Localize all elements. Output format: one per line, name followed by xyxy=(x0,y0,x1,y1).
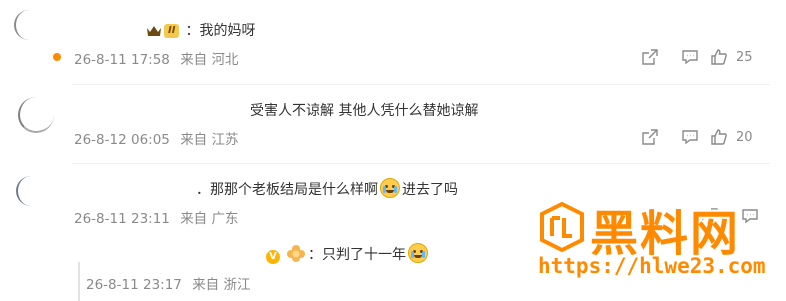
comment-item: 受害人不谅解 其他人凭什么替她谅解 26-8-12 06:05 来自 江苏 20 xyxy=(0,85,786,165)
like-count: 25 xyxy=(736,49,753,65)
like-button[interactable]: 20 xyxy=(710,126,770,148)
comment-actions: 20 xyxy=(630,126,770,148)
watermark-url: https://hlwe23.com xyxy=(538,254,766,278)
comment-item: II ：我的妈呀 26-8-11 17:58 来自 河北 25 xyxy=(0,0,786,80)
like-icon xyxy=(711,49,727,65)
comment-date: 26-8-11 17:58 xyxy=(74,52,170,68)
comment-content: II ：我的妈呀 xyxy=(146,20,255,40)
comment-location: 来自 河北 xyxy=(180,52,239,68)
avatar[interactable] xyxy=(18,97,54,133)
comment-text-tail: 进去了吗 xyxy=(402,182,458,198)
comment-text: ：我的妈呀 xyxy=(185,23,256,39)
comment-meta: 26-8-11 23:11 来自 广东 xyxy=(74,207,244,227)
comment-meta: 26-8-11 17:58 来自 河北 xyxy=(74,48,244,68)
comment-content: 受害人不谅解 其他人凭什么替她谅解 xyxy=(250,100,478,120)
comment-button[interactable] xyxy=(670,46,710,68)
reply-thread-line xyxy=(78,262,80,301)
like-icon xyxy=(711,129,727,145)
comment-icon xyxy=(682,50,698,65)
reply-content: V ：只判了十一年 xyxy=(266,243,430,264)
reply-date: 26-8-11 23:17 xyxy=(86,277,182,293)
crying-emoji-icon xyxy=(408,243,428,263)
avatar[interactable] xyxy=(14,10,44,40)
reply-text: ：只判了十一年 xyxy=(308,247,406,263)
comment-actions: 25 xyxy=(630,46,770,68)
comment-text: ．那那个老板结局是什么样啊 xyxy=(196,182,378,198)
comment-button[interactable] xyxy=(670,126,710,148)
crown-icon xyxy=(147,26,161,36)
comment-date: 26-8-12 06:05 xyxy=(74,132,170,148)
comment-meta: 26-8-12 06:05 来自 江苏 xyxy=(74,128,244,148)
flower-emoji-icon xyxy=(287,245,305,262)
member-badge: II xyxy=(146,24,180,38)
comment-date: 26-8-11 23:11 xyxy=(74,211,170,227)
reply-meta: 26-8-11 23:17 来自 浙江 xyxy=(86,273,256,293)
comment-location: 来自 广东 xyxy=(180,211,239,227)
comment-location: 来自 江苏 xyxy=(180,132,239,148)
like-count: 20 xyxy=(736,129,753,145)
comment-content: ．那那个老板结局是什么样啊 进去了吗 xyxy=(196,178,458,199)
watermark-logo-icon xyxy=(540,202,584,252)
crying-emoji-icon xyxy=(380,178,400,198)
share-button[interactable] xyxy=(630,126,670,148)
level-badge: II xyxy=(164,24,180,38)
share-icon xyxy=(642,129,658,145)
share-icon xyxy=(642,49,658,65)
avatar[interactable] xyxy=(16,176,46,206)
comment-text: 受害人不谅解 其他人凭什么替她谅解 xyxy=(250,103,479,119)
location-dot-icon xyxy=(53,53,61,61)
like-button[interactable]: 25 xyxy=(710,46,770,68)
watermark: 黑料网 https://hlwe23.com xyxy=(538,198,786,288)
verified-badge-icon: V xyxy=(266,250,280,264)
comment-icon xyxy=(682,130,698,145)
reply-location: 来自 浙江 xyxy=(192,277,251,293)
share-button[interactable] xyxy=(630,46,670,68)
